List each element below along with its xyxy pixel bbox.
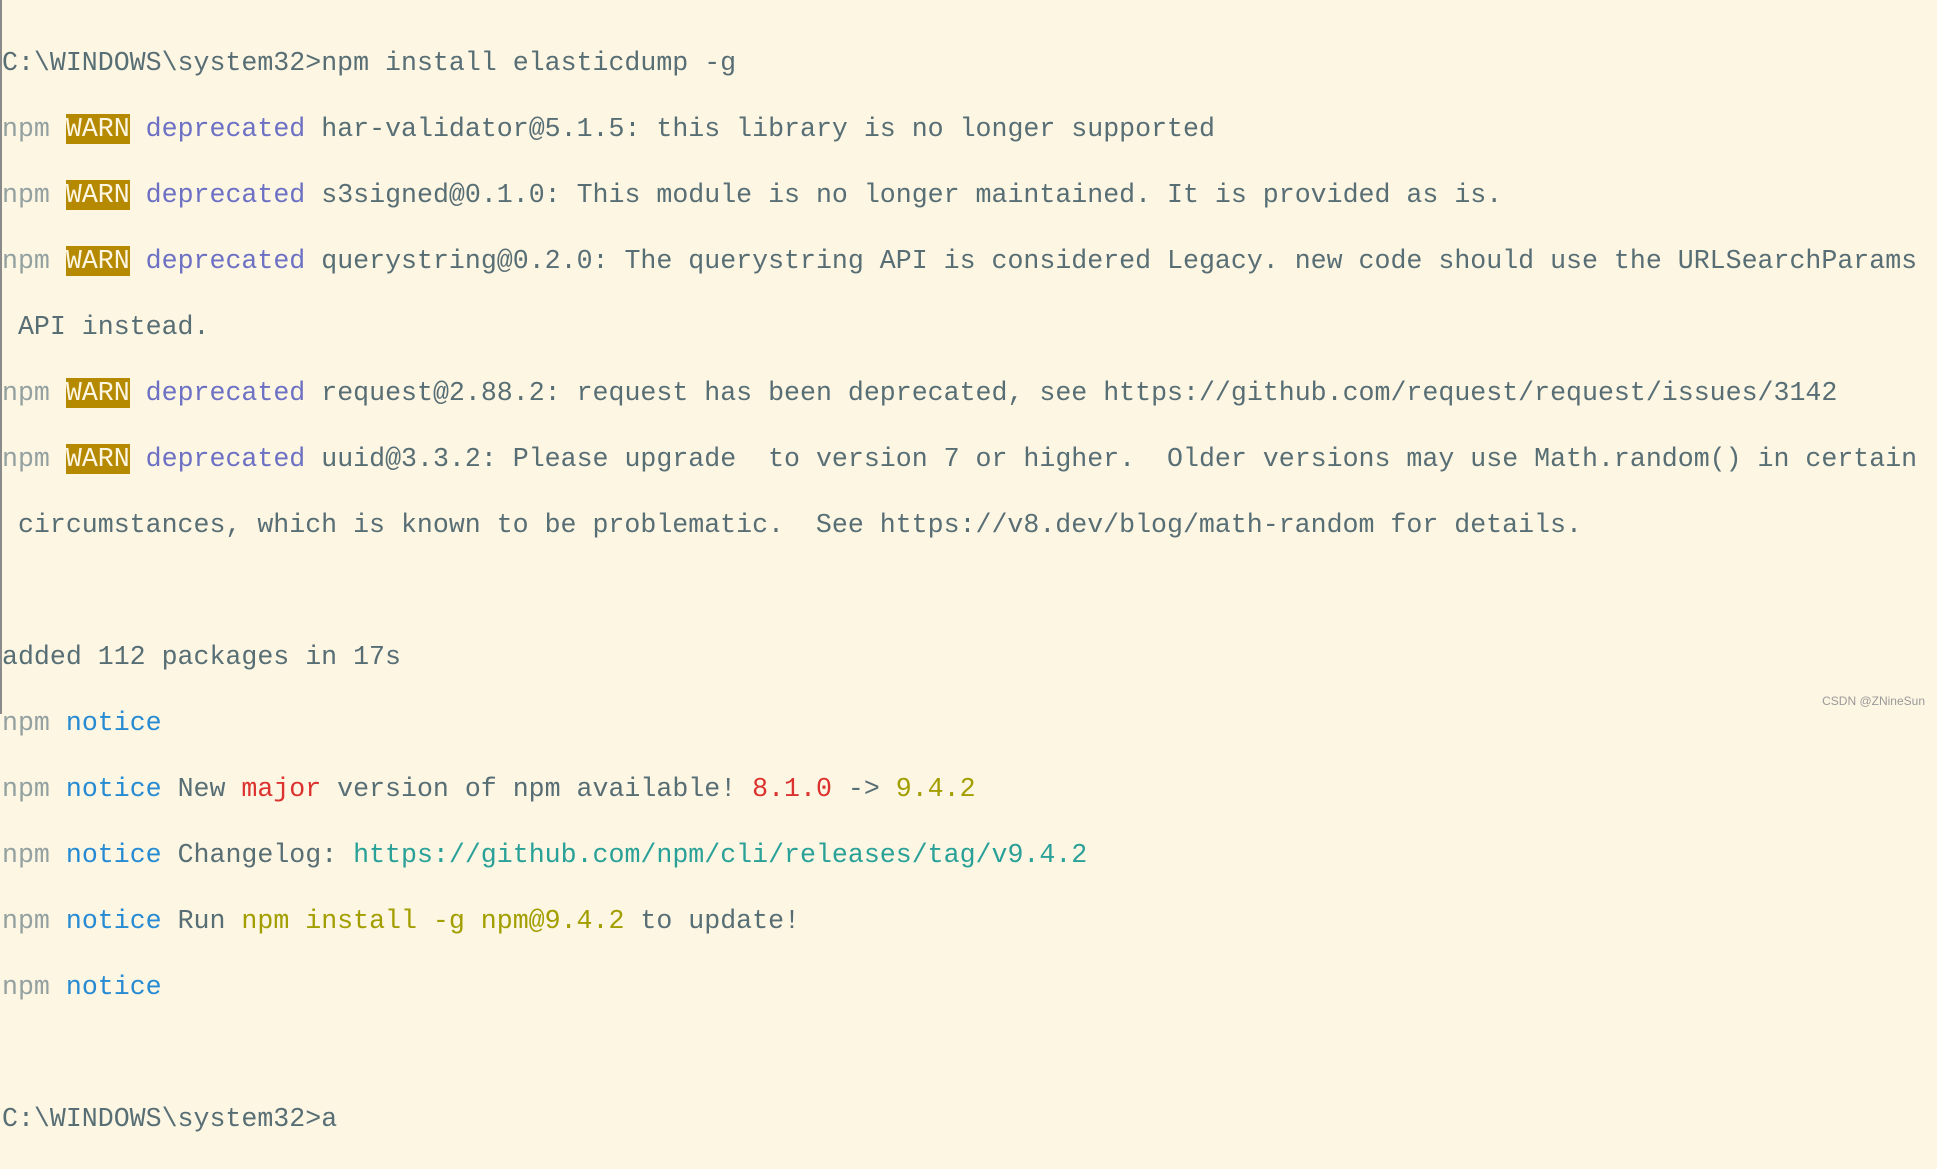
deprecated-label: deprecated xyxy=(145,114,306,144)
update-command: npm install -g npm@9.4.2 xyxy=(241,906,625,936)
wrap-line: API instead. xyxy=(2,312,210,342)
deprecated-label: deprecated xyxy=(145,378,306,408)
notice-label: notice xyxy=(65,906,162,936)
wrap-line: circumstances, which is known to be prob… xyxy=(2,510,1582,540)
notice-label: notice xyxy=(65,972,162,1002)
npm-label: npm xyxy=(2,840,50,870)
npm-label: npm xyxy=(2,246,50,276)
deprecated-label: deprecated xyxy=(145,180,306,210)
deprecated-label: deprecated xyxy=(145,246,306,276)
warn-line: npm WARN deprecated uuid@3.3.2: Please u… xyxy=(2,443,1917,476)
npm-label: npm xyxy=(2,906,50,936)
warn-line: npm WARN deprecated har-validator@5.1.5:… xyxy=(2,113,1917,146)
npm-label: npm xyxy=(2,378,50,408)
changelog-link[interactable]: https://github.com/npm/cli/releases/tag/… xyxy=(353,840,1087,870)
warn-text: querystring@0.2.0: The querystring API i… xyxy=(321,246,1918,276)
text: to update! xyxy=(624,906,800,936)
input-line[interactable]: C:\WINDOWS\system32>a xyxy=(2,1103,1917,1136)
warn-text: s3signed@0.1.0: This module is no longer… xyxy=(321,180,1503,210)
npm-label: npm xyxy=(2,774,50,804)
text: New xyxy=(161,774,242,804)
warn-line: npm WARN deprecated s3signed@0.1.0: This… xyxy=(2,179,1917,212)
npm-label: npm xyxy=(2,114,50,144)
npm-label: npm xyxy=(2,444,50,474)
notice-label: notice xyxy=(65,840,162,870)
warn-badge: WARN xyxy=(65,444,130,474)
warn-text: uuid@3.3.2: Please upgrade to version 7 … xyxy=(321,444,1918,474)
notice-line: npm notice Run npm install -g npm@9.4.2 … xyxy=(2,905,1917,938)
text: version of npm available! xyxy=(321,774,753,804)
npm-label: npm xyxy=(2,180,50,210)
command-line: C:\WINDOWS\system32>npm install elasticd… xyxy=(2,47,1917,80)
warn-text: har-validator@5.1.5: this library is no … xyxy=(321,114,1215,144)
new-version: 9.4.2 xyxy=(895,774,976,804)
watermark: CSDN @ZNineSun xyxy=(1822,694,1925,708)
npm-label: npm xyxy=(2,708,50,738)
warn-badge: WARN xyxy=(65,378,130,408)
warn-badge: WARN xyxy=(65,246,130,276)
notice-label: notice xyxy=(65,708,162,738)
warn-text: request@2.88.2: request has been depreca… xyxy=(321,378,1838,408)
prompt: C:\WINDOWS\system32> xyxy=(2,1104,322,1134)
added-line: added 112 packages in 17s xyxy=(2,642,401,672)
old-version: 8.1.0 xyxy=(752,774,832,804)
notice-line: npm notice Changelog: https://github.com… xyxy=(2,839,1917,872)
warn-line: npm WARN deprecated querystring@0.2.0: T… xyxy=(2,245,1917,278)
notice-line: npm notice New major version of npm avai… xyxy=(2,773,1917,806)
warn-badge: WARN xyxy=(65,114,130,144)
command: npm install elasticdump -g xyxy=(321,48,737,78)
prompt: C:\WINDOWS\system32> xyxy=(2,48,322,78)
major-label: major xyxy=(241,774,322,804)
deprecated-label: deprecated xyxy=(145,444,306,474)
notice-line: npm notice xyxy=(2,707,1917,740)
arrow: -> xyxy=(831,774,896,804)
warn-line: npm WARN deprecated request@2.88.2: requ… xyxy=(2,377,1917,410)
npm-label: npm xyxy=(2,972,50,1002)
text: Run xyxy=(161,906,242,936)
current-input[interactable]: a xyxy=(321,1104,337,1134)
terminal-output[interactable]: C:\WINDOWS\system32>npm install elasticd… xyxy=(2,14,1917,1169)
notice-label: notice xyxy=(65,774,162,804)
notice-line: npm notice xyxy=(2,971,1917,1004)
text: Changelog: xyxy=(161,840,354,870)
warn-badge: WARN xyxy=(65,180,130,210)
